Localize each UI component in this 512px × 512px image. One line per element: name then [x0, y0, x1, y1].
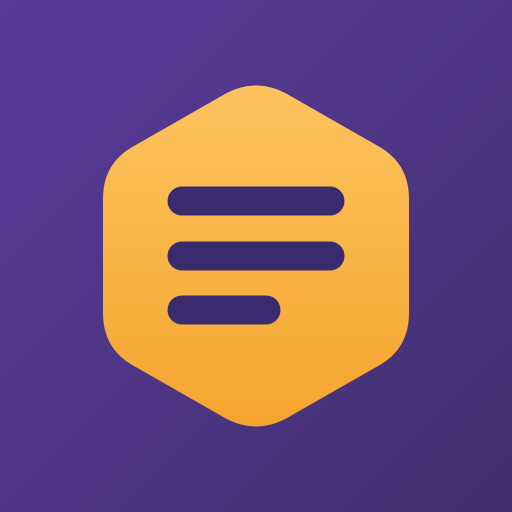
app-icon — [0, 0, 512, 512]
list-menu-hexagon-icon — [0, 0, 512, 512]
